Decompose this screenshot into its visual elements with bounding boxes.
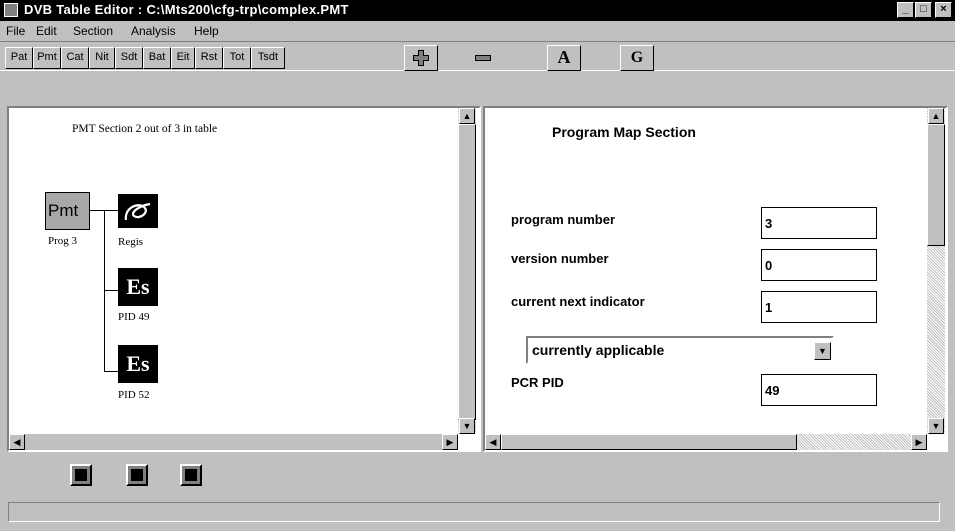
section-info-button[interactable] [126,464,148,486]
version-number-label: version number [511,251,609,266]
section-header: PMT Section 2 out of 3 in table [72,123,218,135]
form-hscroll-thumb[interactable] [501,434,797,450]
tree-vertical-scrollbar[interactable]: ▲ ▼ [458,108,476,434]
scroll-down-button[interactable]: ▼ [459,418,475,434]
table-button-cat[interactable]: Cat [61,47,89,69]
regis-icon [124,202,151,221]
title-bar[interactable]: DVB Table Editor : C:\Mts200\cfg-trp\com… [0,0,955,21]
form-scroll-up-button[interactable]: ▲ [928,108,944,124]
tree-pane [7,106,481,452]
version-number-field[interactable]: 0 [761,249,877,281]
pcr-pid-label: PCR PID [511,375,564,390]
next-section-button[interactable] [180,464,202,486]
chevron-down-icon[interactable]: ▼ [814,342,831,360]
remove-button[interactable] [466,45,500,71]
form-scroll-right-button[interactable]: ▶ [911,434,927,450]
table-button-rst[interactable]: Rst [195,47,223,69]
status-bar [8,502,940,522]
toolbar: Pat Pmt Cat Nit Sdt Bat Eit Rst Tot Tsdt… [0,41,955,71]
program-number-field[interactable]: 3 [761,207,877,239]
plus-icon [413,50,429,66]
pmt-node-caption: Prog 3 [48,235,78,247]
table-button-nit[interactable]: Nit [89,47,115,69]
form-scroll-thumb[interactable] [927,124,945,246]
menu-file[interactable]: File [6,24,25,38]
es-node-pid-49[interactable]: Es [118,268,158,306]
table-button-bat[interactable]: Bat [143,47,171,69]
window-title: DVB Table Editor : C:\Mts200\cfg-trp\com… [24,2,349,17]
prev-section-button[interactable] [70,464,92,486]
regis-node-caption: Regis [118,236,144,248]
maximize-button[interactable]: □ [915,2,932,18]
table-button-tot[interactable]: Tot [223,47,251,69]
table-button-sdt[interactable]: Sdt [115,47,143,69]
a-button[interactable]: A [547,45,581,71]
menu-section[interactable]: Section [73,24,113,38]
info-icon [131,469,143,481]
prev-section-icon [75,469,87,481]
form-scroll-down-button[interactable]: ▼ [928,418,944,434]
form-scroll-left-button[interactable]: ◀ [485,434,501,450]
table-button-pmt[interactable]: Pmt [33,47,61,69]
form-horizontal-scrollbar[interactable]: ◀ ▶ [485,434,927,450]
es-node-pid-52[interactable]: Es [118,345,158,383]
menu-analysis[interactable]: Analysis [131,24,176,38]
menu-edit[interactable]: Edit [36,24,57,38]
next-section-icon [185,469,197,481]
g-button[interactable]: G [620,45,654,71]
program-number-label: program number [511,212,616,227]
applicability-dropdown[interactable]: currently applicable ▼ [526,336,834,364]
table-button-pat[interactable]: Pat [5,47,33,69]
scroll-left-button[interactable]: ◀ [9,434,25,450]
es-node-pid-52-caption: PID 52 [118,389,150,401]
minimize-button[interactable]: _ [897,2,914,18]
pmt-node[interactable]: Pmt [45,192,90,230]
regis-node[interactable] [118,194,158,228]
add-button[interactable] [404,45,438,71]
scroll-thumb[interactable] [458,124,476,420]
form-pane [483,106,948,452]
current-next-indicator-label: current next indicator [511,294,645,309]
menu-bar: File Edit Section Analysis Help [0,21,955,41]
applicability-value: currently applicable [532,342,665,358]
scroll-up-button[interactable]: ▲ [459,108,475,124]
app-icon[interactable] [4,3,18,17]
menu-help[interactable]: Help [194,24,219,38]
form-vertical-scrollbar[interactable]: ▲ ▼ [927,108,945,434]
minus-icon [475,55,491,61]
table-button-tsdt[interactable]: Tsdt [251,47,285,69]
tree-horizontal-scrollbar[interactable]: ◀ ▶ [9,434,458,450]
current-next-indicator-field[interactable]: 1 [761,291,877,323]
es-node-pid-49-caption: PID 49 [118,311,150,323]
scroll-right-button[interactable]: ▶ [442,434,458,450]
table-button-eit[interactable]: Eit [171,47,195,69]
close-button[interactable]: × [935,2,952,18]
pcr-pid-field[interactable]: 49 [761,374,877,406]
form-title: Program Map Section [552,124,696,140]
